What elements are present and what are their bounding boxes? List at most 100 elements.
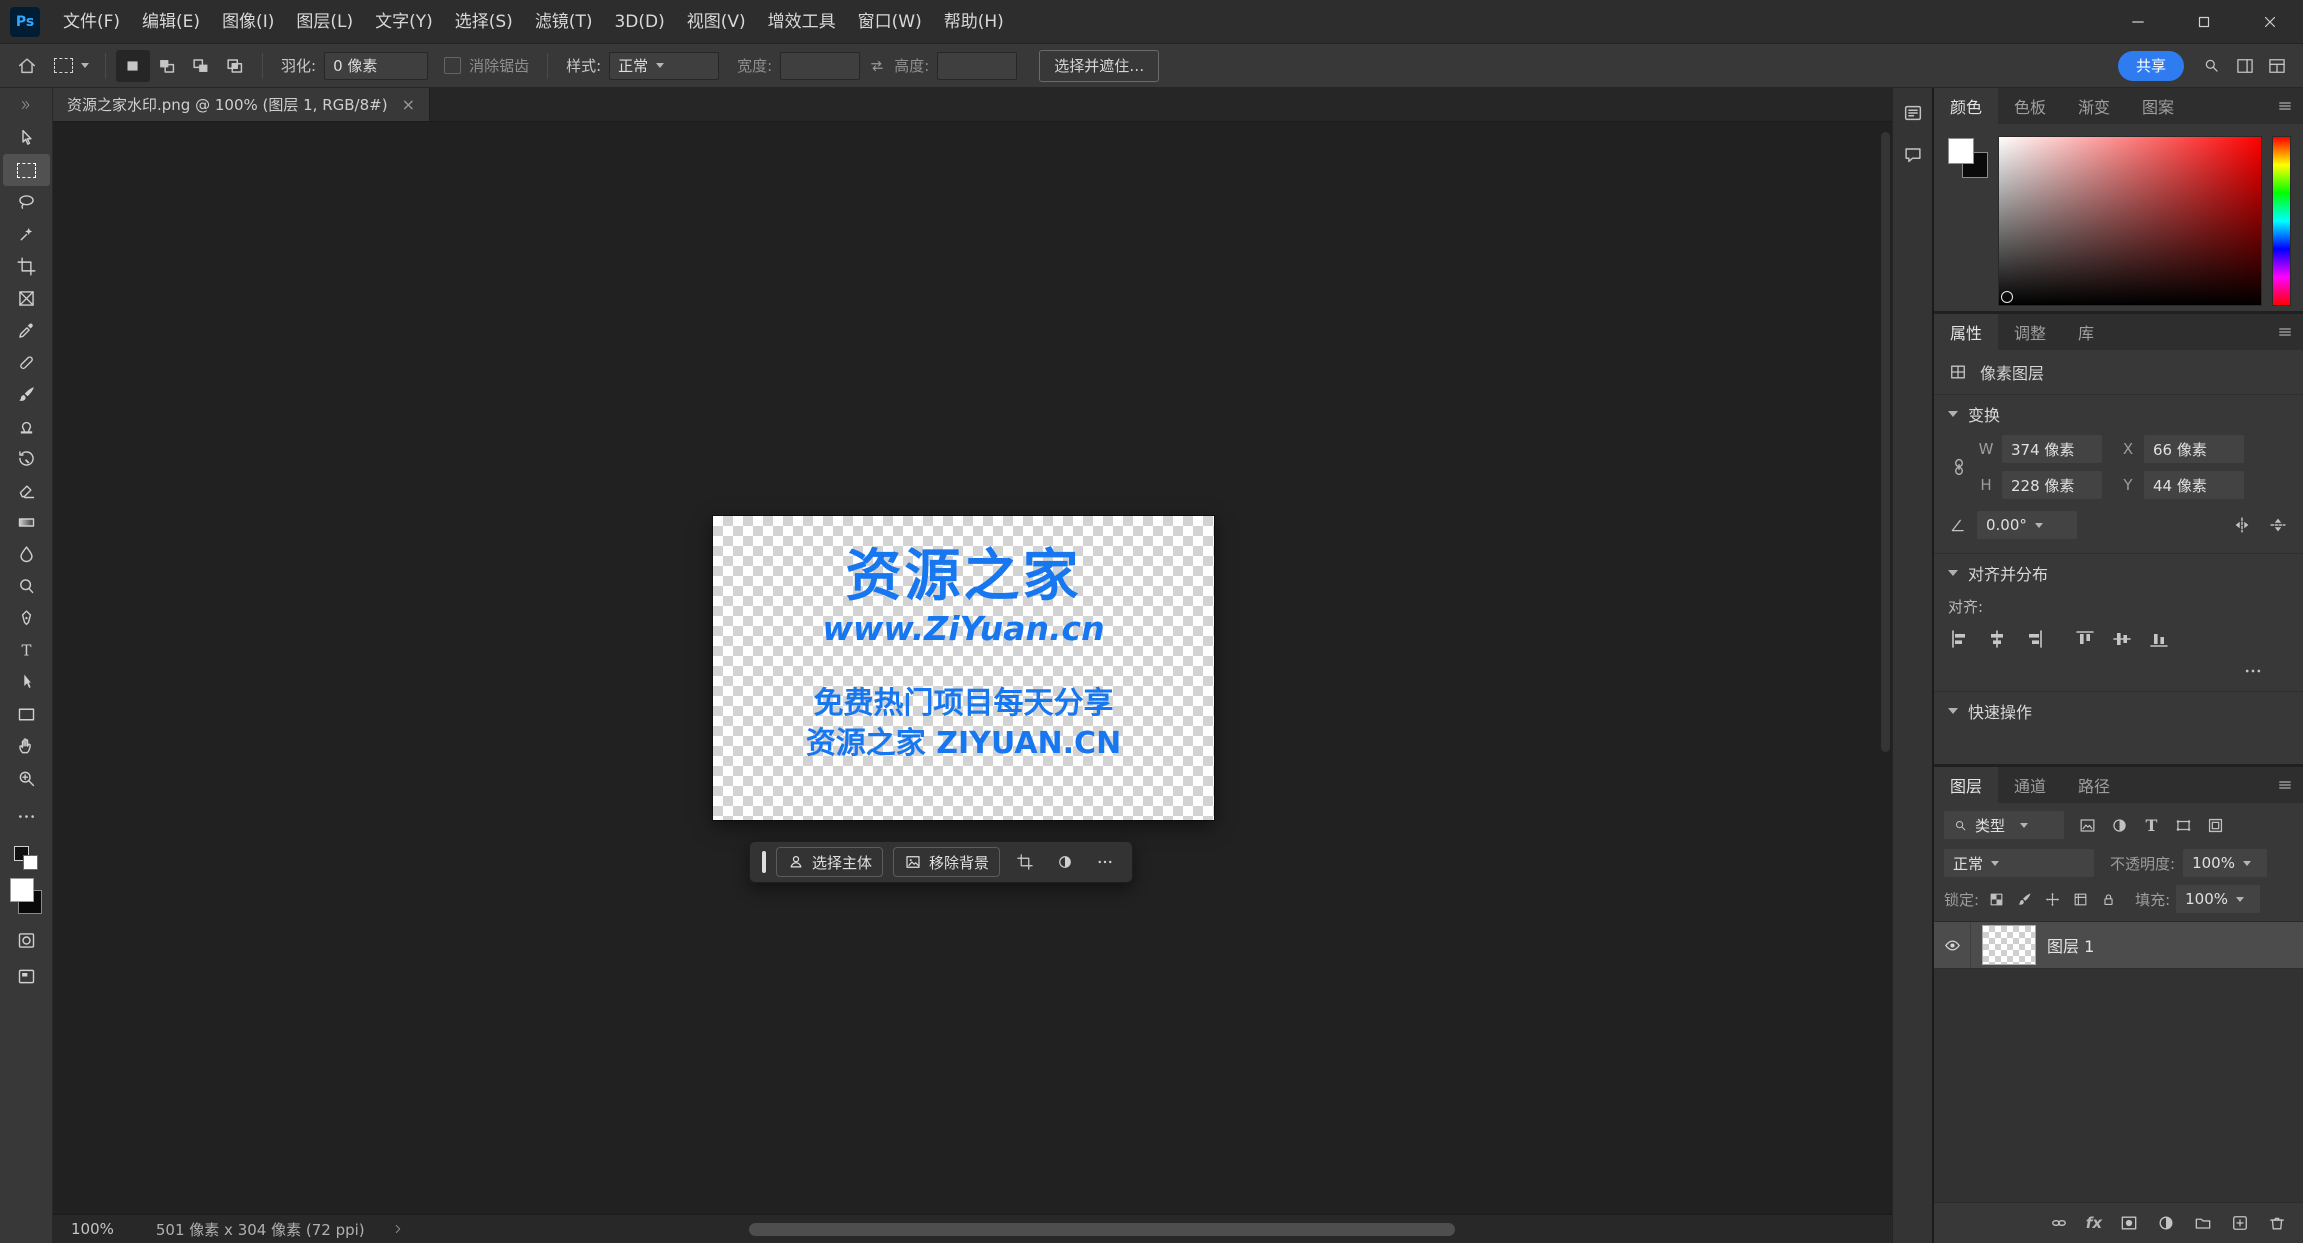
tab-adjustments[interactable]: 调整 xyxy=(1998,314,2062,350)
search-icon[interactable] xyxy=(2202,56,2221,75)
menu-type[interactable]: 文字(Y) xyxy=(364,0,444,44)
quick-selection-tool[interactable] xyxy=(3,218,50,250)
transform-section-header[interactable]: 变换 xyxy=(1934,394,2303,433)
filter-adjustment-layers-icon[interactable] xyxy=(2106,812,2133,839)
lock-artboard-icon[interactable] xyxy=(2069,888,2091,910)
swap-width-height-icon[interactable] xyxy=(868,57,886,75)
screen-mode-icon[interactable] xyxy=(3,960,50,992)
menu-image[interactable]: 图像(I) xyxy=(211,0,285,44)
new-adjustment-layer-icon[interactable] xyxy=(2156,1213,2176,1233)
align-horizontal-center-icon[interactable] xyxy=(1985,627,2009,651)
align-vertical-center-icon[interactable] xyxy=(2110,627,2134,651)
anti-alias-checkbox[interactable] xyxy=(444,57,462,74)
link-layers-icon[interactable] xyxy=(2049,1213,2069,1233)
panel-menu-icon[interactable] xyxy=(2267,88,2303,124)
add-to-selection-mode-button[interactable] xyxy=(150,50,184,82)
transform-width-input[interactable]: 374 像素 xyxy=(2002,435,2102,463)
horizontal-scrollbar[interactable] xyxy=(749,1223,1455,1236)
status-options-chevron-icon[interactable] xyxy=(391,1222,405,1236)
canvas-area[interactable]: 资源之家 www.ZiYuan.cn 免费热门项目每天分享 资源之家 ZIYUA… xyxy=(53,122,1892,1214)
lock-all-icon[interactable] xyxy=(2097,888,2119,910)
tab-swatches[interactable]: 色板 xyxy=(1998,88,2062,124)
rectangular-marquee-tool[interactable] xyxy=(2,154,50,186)
share-button[interactable]: 共享 xyxy=(2117,50,2184,81)
home-icon[interactable] xyxy=(16,55,38,77)
pen-tool[interactable] xyxy=(3,602,50,634)
document-tab[interactable]: 资源之家水印.png @ 100% (图层 1, RGB/8#) × xyxy=(53,88,430,121)
align-left-icon[interactable] xyxy=(1948,627,1972,651)
flip-horizontal-icon[interactable] xyxy=(2231,514,2253,536)
path-selection-tool[interactable] xyxy=(3,666,50,698)
zoom-tool[interactable] xyxy=(3,762,50,794)
filter-pixel-layers-icon[interactable] xyxy=(2074,812,2101,839)
layer-name[interactable]: 图层 1 xyxy=(2047,933,2094,957)
vertical-scrollbar[interactable] xyxy=(1881,132,1890,752)
new-layer-icon[interactable] xyxy=(2230,1213,2250,1233)
gradient-tool[interactable] xyxy=(3,506,50,538)
minimize-button[interactable] xyxy=(2105,0,2171,44)
document-image[interactable]: 资源之家 www.ZiYuan.cn 免费热门项目每天分享 资源之家 ZIYUA… xyxy=(713,516,1214,820)
more-options-icon[interactable] xyxy=(2243,661,2263,681)
layer-row[interactable]: 图层 1 xyxy=(1934,922,2303,969)
menu-filter[interactable]: 滤镜(T) xyxy=(524,0,604,44)
type-tool[interactable]: T xyxy=(3,634,50,666)
width-input[interactable] xyxy=(780,51,861,80)
transform-height-input[interactable]: 228 像素 xyxy=(2002,471,2102,499)
hand-tool[interactable] xyxy=(3,730,50,762)
foreground-color-swatch[interactable] xyxy=(1948,138,1974,164)
constrain-proportions-icon[interactable] xyxy=(1944,435,1974,499)
rotation-angle-input[interactable]: 0.00° xyxy=(1977,511,2077,539)
maximize-button[interactable] xyxy=(2171,0,2237,44)
layer-filter-type-dropdown[interactable]: 类型 xyxy=(1944,811,2064,839)
hue-slider[interactable] xyxy=(2272,136,2291,306)
panel-menu-icon[interactable] xyxy=(2267,767,2303,803)
tab-layers[interactable]: 图层 xyxy=(1934,767,1999,803)
menu-file[interactable]: 文件(F) xyxy=(52,0,131,44)
edit-toolbar-icon[interactable] xyxy=(3,800,50,832)
layer-thumbnail[interactable] xyxy=(1982,925,2036,965)
close-button[interactable] xyxy=(2237,0,2303,44)
layer-effects-icon[interactable]: fx xyxy=(2086,1214,2102,1232)
menu-layer[interactable]: 图层(L) xyxy=(285,0,364,44)
zoom-level-field[interactable]: 100% xyxy=(71,1220,114,1238)
eyedropper-tool[interactable] xyxy=(3,314,50,346)
style-dropdown[interactable]: 正常 xyxy=(609,51,720,80)
color-picker-marker[interactable] xyxy=(2001,291,2013,303)
quick-actions-section-header[interactable]: 快速操作 xyxy=(1934,691,2303,730)
lock-position-icon[interactable] xyxy=(2041,888,2063,910)
notes-panel-icon[interactable] xyxy=(1898,98,1928,128)
quick-mask-icon[interactable] xyxy=(3,924,50,956)
eraser-tool[interactable] xyxy=(3,474,50,506)
align-right-icon[interactable] xyxy=(2022,627,2046,651)
align-bottom-icon[interactable] xyxy=(2147,627,2171,651)
default-colors-icon[interactable] xyxy=(14,846,38,870)
move-tool[interactable] xyxy=(3,122,50,154)
filter-type-layers-icon[interactable]: T xyxy=(2138,812,2165,839)
brush-tool[interactable] xyxy=(3,378,50,410)
transform-y-input[interactable]: 44 像素 xyxy=(2144,471,2244,499)
collapse-toolbar-icon[interactable] xyxy=(0,88,52,122)
panel-menu-icon[interactable] xyxy=(2267,314,2303,350)
align-top-icon[interactable] xyxy=(2073,627,2097,651)
height-input[interactable] xyxy=(937,51,1018,80)
menu-view[interactable]: 视图(V) xyxy=(676,0,757,44)
workspace-switcher-icon[interactable] xyxy=(2267,56,2287,76)
saturation-brightness-field[interactable] xyxy=(1998,136,2262,306)
close-tab-icon[interactable]: × xyxy=(402,95,415,114)
clone-stamp-tool[interactable] xyxy=(3,410,50,442)
filter-shape-layers-icon[interactable] xyxy=(2170,812,2197,839)
lock-transparent-pixels-icon[interactable] xyxy=(1985,888,2007,910)
tab-channels[interactable]: 通道 xyxy=(1998,767,2062,803)
more-options-icon[interactable] xyxy=(1090,848,1120,876)
lasso-tool[interactable] xyxy=(3,186,50,218)
flip-vertical-icon[interactable] xyxy=(2267,514,2289,536)
tab-properties[interactable]: 属性 xyxy=(1934,314,1999,350)
tab-gradients[interactable]: 渐变 xyxy=(2062,88,2126,124)
workspace-layout-icon[interactable] xyxy=(2235,56,2255,76)
new-group-icon[interactable] xyxy=(2193,1213,2213,1233)
tab-paths[interactable]: 路径 xyxy=(2062,767,2126,803)
comments-panel-icon[interactable] xyxy=(1898,140,1928,170)
frame-tool[interactable] xyxy=(3,282,50,314)
menu-help[interactable]: 帮助(H) xyxy=(933,0,1015,44)
blur-tool[interactable] xyxy=(3,538,50,570)
